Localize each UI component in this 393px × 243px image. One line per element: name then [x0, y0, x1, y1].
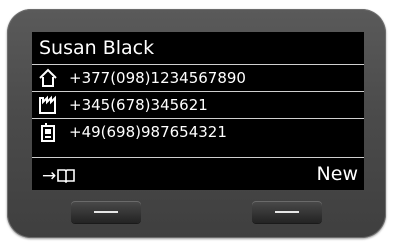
key-bar-icon	[275, 211, 299, 213]
phone-display: Susan Black +377(098)1234567890 +345(678…	[32, 32, 364, 190]
home-icon	[39, 68, 57, 87]
left-softkey-button[interactable]	[71, 201, 141, 223]
contact-entry-mobile[interactable]: +49(698)987654321	[32, 120, 364, 144]
office-icon	[39, 95, 56, 114]
divider	[32, 91, 364, 92]
contact-entry-office[interactable]: +345(678)345621	[32, 93, 364, 117]
right-softkey-button[interactable]	[252, 201, 322, 223]
arrow-right-icon: →	[42, 166, 57, 186]
softkey-left-label: →	[42, 165, 76, 187]
softkey-right-label: New	[316, 163, 358, 185]
key-bar-icon	[94, 211, 118, 213]
mobile-icon	[41, 123, 55, 142]
divider	[32, 157, 364, 158]
contact-entry-home[interactable]: +377(098)1234567890	[32, 66, 364, 90]
entry-number: +377(098)1234567890	[69, 69, 246, 87]
divider	[32, 64, 364, 65]
contact-name: Susan Black	[39, 37, 155, 59]
phonebook-icon	[57, 169, 76, 184]
entry-number: +49(698)987654321	[69, 123, 227, 141]
divider	[32, 118, 364, 119]
entry-number: +345(678)345621	[69, 96, 208, 114]
